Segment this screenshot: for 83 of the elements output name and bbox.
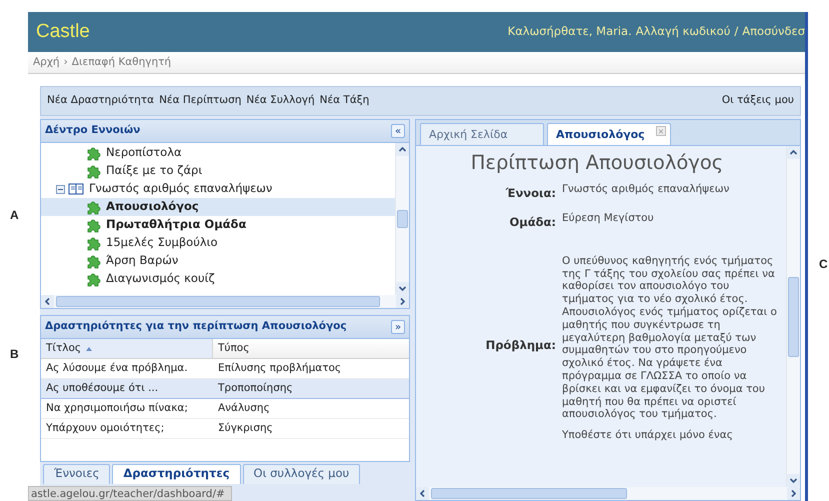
vertical-scrollbar[interactable] — [786, 146, 800, 487]
scroll-thumb[interactable] — [788, 276, 799, 356]
field-value: Εύρεση Μεγίστου — [562, 212, 655, 225]
table-cell-text: Υπάρχουν ομοιότητες; — [45, 420, 166, 436]
puzzle-icon — [85, 162, 101, 180]
collapse-toggle-icon[interactable] — [56, 184, 65, 194]
tree-node-label[interactable]: Διαγωνισμός κουίζ — [104, 270, 217, 288]
tree-node-label[interactable]: Πρωταθλήτρια Ομάδα — [104, 216, 248, 234]
annotation-label: B — [10, 346, 19, 363]
grid-row[interactable]: Ας υποθέσουμε ότι ... Τροποποίησης — [41, 379, 409, 399]
column-header[interactable]: Τύπος — [213, 339, 373, 358]
table-cell-text: Ας υποθέσουμε ότι ... — [45, 380, 160, 396]
table-cell-text: Επίλυσης προβλήματος — [217, 360, 342, 376]
scroll-thumb[interactable] — [397, 210, 408, 228]
breadcrumb-link[interactable]: Αρχή — [33, 54, 60, 70]
puzzle-icon — [85, 216, 101, 234]
brand-logo[interactable]: Castle — [36, 18, 90, 46]
puzzle-icon — [85, 270, 101, 288]
tree-row[interactable]: Πρωταθλήτρια Ομάδα — [41, 216, 395, 234]
puzzle-icon — [85, 198, 101, 216]
tree-node-label[interactable]: Απουσιολόγος — [104, 198, 201, 216]
annotation-label: A — [10, 207, 19, 224]
grid-row[interactable]: Υπάρχουν ομοιότητες; Σύγκρισης — [41, 419, 409, 439]
breadcrumb-separator: › — [64, 54, 68, 70]
horizontal-scrollbar[interactable] — [41, 295, 409, 308]
status-url: astle.agelou.gr/teacher/dashboard/# — [28, 486, 232, 501]
toolbar-link[interactable]: Νέα Τάξη — [320, 93, 370, 109]
column-header[interactable]: Τίτλος — [41, 339, 213, 358]
field-label: Πρόβλημα: — [484, 336, 556, 354]
scroll-thumb[interactable] — [431, 488, 627, 499]
tree-row[interactable]: Παίξε με το ζάρι — [41, 162, 395, 180]
expand-button[interactable]: » — [391, 320, 405, 334]
header-link[interactable]: Αλλαγή κωδικού — [636, 23, 730, 41]
tree-row[interactable]: Νεροπίστολα — [41, 144, 395, 162]
scroll-up-icon — [396, 143, 409, 156]
tree-node-label[interactable]: Νεροπίστολα — [104, 144, 184, 162]
table-cell-text: Τροποποίησης — [217, 380, 294, 396]
tree-node-label[interactable]: Παίξε με το ζάρι — [104, 162, 204, 180]
field-label: Έννοια: — [504, 185, 556, 202]
grid-row[interactable]: Να χρησιμοποιήσω πίνακα; Ανάλυσης — [41, 399, 409, 419]
horizontal-scrollbar[interactable] — [416, 487, 800, 500]
content-tab[interactable]: Απουσιολόγος × — [547, 123, 671, 145]
toolbar-link[interactable]: Οι τάξεις μου — [722, 93, 794, 109]
scroll-right-icon — [396, 295, 409, 308]
link-separator: / — [734, 23, 738, 40]
panel-title: Δέντρο Εννοιών — [45, 123, 140, 138]
scroll-thumb[interactable] — [56, 296, 380, 307]
content-tab[interactable]: Αρχική Σελίδα — [420, 123, 544, 145]
tree-row[interactable]: Άρση Βαρών — [41, 252, 395, 270]
panel-tab[interactable]: Δραστηριότητες — [112, 464, 241, 484]
annotation-label: C — [819, 256, 828, 273]
tree-row[interactable]: Απουσιολόγος — [41, 198, 395, 216]
field-value: Ο υπεύθυνος καθηγητής ενός τμήματος της Γ τάξης του σχολείου σας πρέπει να καθορίσει τον απουσιολόγο του τμήματος για το νέο σχολικό έτος. Απουσιολόγος ενός τμήματος ορίζεται ο μαθητής που συγκέντρωσε τη μεγαλύτερη βαθμολογία μεταξύ των συμμαθητών του στο προηγούμενο σχολικό έτος. Να γράψετε ένα πρόγραμμα σε ΓΛΩΣΣΑ το οποίο να βρίσκει και να εμφανίζει το όνομα του μαθητή που θα πρέπει να οριστεί απουσιολόγος του τμήματος. — [562, 254, 778, 422]
puzzle-icon — [85, 234, 101, 252]
panel-tab[interactable]: Οι συλλογές μου — [242, 464, 360, 484]
tree-row[interactable]: Διαγωνισμός κουίζ — [41, 270, 395, 288]
tree-node-label[interactable]: 15μελές Συμβούλιο — [104, 234, 220, 252]
toolbar-link[interactable]: Νέα Περίπτωση — [159, 93, 242, 109]
field-value: Γνωστός αριθμός επαναλήψεων — [562, 183, 730, 196]
tree-node-label[interactable]: Γνωστός αριθμός επαναλήψεων — [87, 180, 274, 198]
puzzle-icon — [85, 144, 101, 162]
puzzle-icon — [85, 252, 101, 270]
table-cell-text: Ας λύσουμε ένα πρόβλημα. — [45, 360, 189, 376]
book-icon — [68, 181, 84, 197]
case-title: Περίπτωση Απουσιολόγος — [470, 150, 724, 176]
field-value: Υποθέστε ότι υπάρχει μόνο ένας — [562, 429, 734, 442]
breadcrumb-current: Διεπαφή Καθηγητή — [72, 54, 172, 70]
tree-node-label[interactable]: Άρση Βαρών — [104, 252, 180, 270]
collapse-button[interactable]: « — [391, 124, 405, 138]
sort-ascending-icon — [85, 346, 94, 352]
panel-tab[interactable]: Έννοιες — [43, 464, 110, 484]
toolbar-link[interactable]: Νέα Δραστηριότητα — [47, 93, 154, 109]
toolbar-link[interactable]: Νέα Συλλογή — [246, 93, 315, 109]
table-cell-text: Ανάλυσης — [217, 400, 271, 416]
greeting-text: Καλωσήρθατε, Maria. — [508, 23, 632, 40]
vertical-scrollbar[interactable] — [395, 143, 409, 295]
scroll-down-icon — [396, 282, 409, 295]
panel-title: Δραστηριότητες για την περίπτωση Απουσιολόγος — [45, 319, 347, 334]
table-cell-text: Σύγκρισης — [217, 420, 274, 436]
header-link[interactable]: Αποσύνδεσ — [742, 23, 805, 41]
tree-row[interactable]: 15μελές Συμβούλιο — [41, 234, 395, 252]
field-label: Ομάδα: — [508, 214, 556, 231]
table-cell-text: Να χρησιμοποιήσω πίνακα; — [45, 400, 189, 416]
